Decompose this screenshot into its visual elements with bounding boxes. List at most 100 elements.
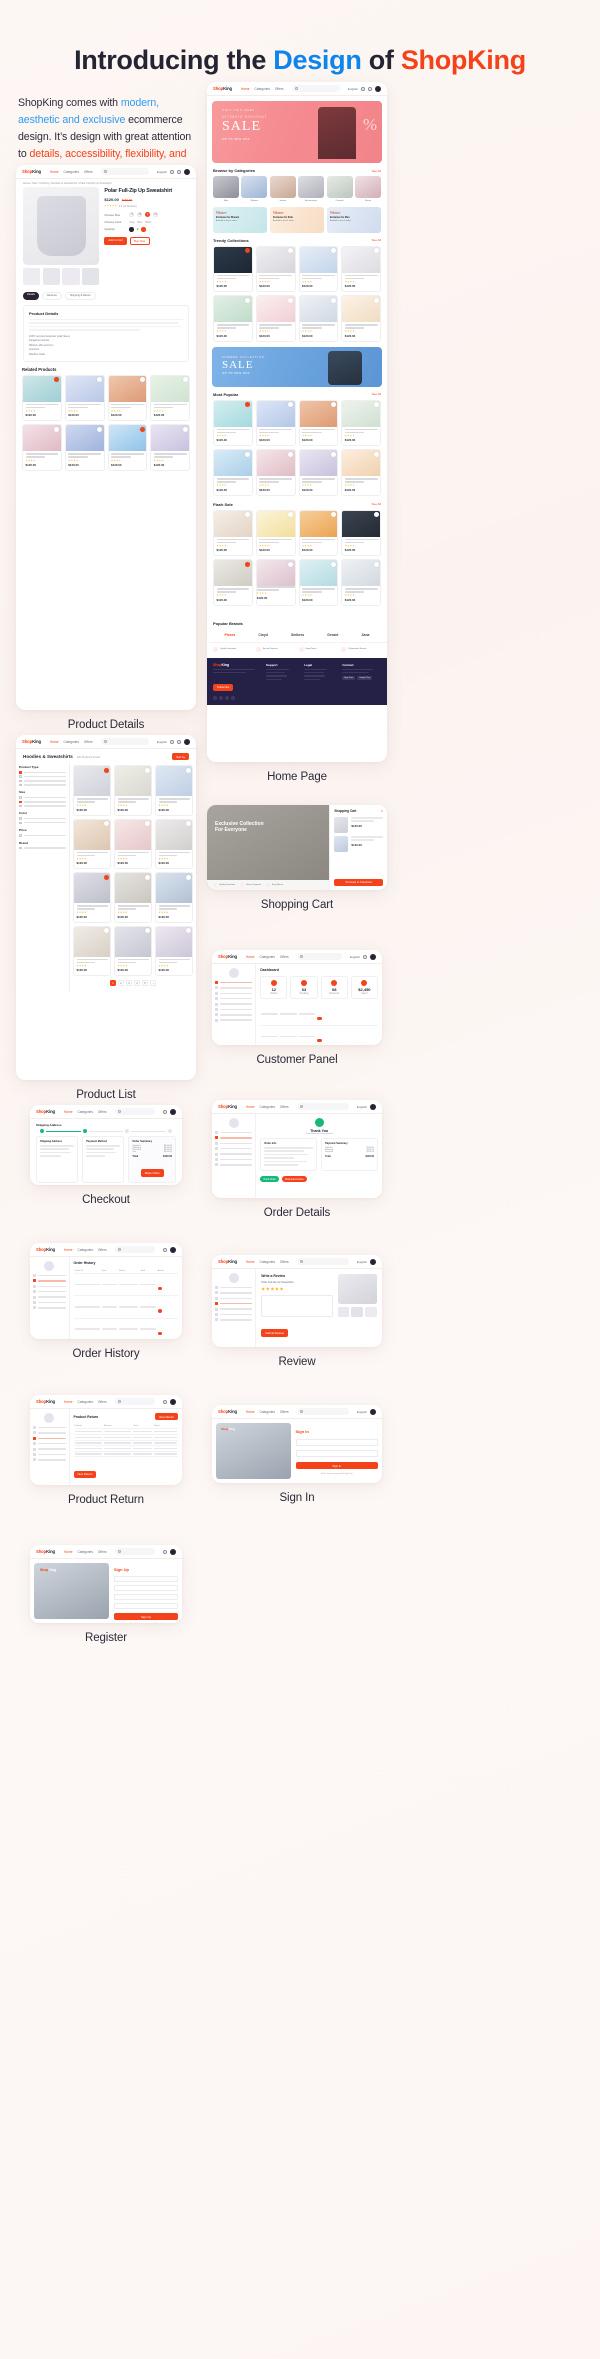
mock-topbar[interactable]: ShopKing Home Categories Offers: [30, 1395, 182, 1409]
language-selector[interactable]: English: [357, 1260, 367, 1264]
thumbnail[interactable]: [62, 268, 80, 285]
search-input[interactable]: [296, 953, 342, 960]
topbar-actions[interactable]: English: [157, 168, 190, 175]
sidebar-item-logout[interactable]: [215, 1163, 253, 1167]
brand-logo-item[interactable]: Zana: [361, 633, 369, 637]
mockup-shopping-cart[interactable]: Exclusive Collection For Everyone Qualit…: [207, 805, 387, 890]
action-button[interactable]: [157, 1309, 163, 1313]
nav-item-home[interactable]: Home: [50, 740, 59, 744]
brand-logo[interactable]: ShopKing: [213, 86, 232, 91]
avatar[interactable]: [170, 1398, 176, 1405]
product-card[interactable]: $120.00: [298, 245, 339, 292]
filter-option[interactable]: [19, 817, 66, 820]
product-card[interactable]: $120.00: [155, 872, 193, 923]
heart-icon[interactable]: [363, 954, 367, 959]
sidebar-item-address[interactable]: [215, 1157, 253, 1161]
language-selector[interactable]: English: [357, 1105, 367, 1109]
language-selector[interactable]: English: [357, 1410, 367, 1414]
screen-product-list[interactable]: ShopKing Home Categories Offers English Ho…: [16, 735, 196, 1101]
brand-logo[interactable]: ShopKing: [36, 1109, 55, 1114]
wishlist-icon[interactable]: [97, 426, 102, 432]
promo-card[interactable]: Winter Exclusive for Men Available in st…: [327, 206, 381, 233]
signin-button[interactable]: Sign In: [295, 1462, 378, 1470]
nav-item-categories[interactable]: Categories: [260, 1260, 275, 1264]
search-input[interactable]: [114, 1548, 155, 1555]
category-item[interactable]: Casuals: [326, 176, 353, 202]
language-selector[interactable]: English: [157, 170, 167, 174]
nav-item-home[interactable]: Home: [246, 1105, 255, 1109]
hero-banner[interactable]: ONLY THIS WEEK ULTIMATE DISCOUNT SALE UP…: [212, 101, 382, 163]
product-card[interactable]: $120.00: [107, 424, 148, 471]
category-item[interactable]: Women: [241, 176, 268, 202]
wishlist-icon[interactable]: [373, 297, 379, 303]
nav-item-offers[interactable]: Offers: [84, 170, 93, 174]
avatar[interactable]: [170, 1108, 176, 1115]
screen-shopping-cart[interactable]: Exclusive Collection For Everyone Qualit…: [207, 805, 387, 911]
search-input[interactable]: [114, 1398, 155, 1405]
nav-item-offers[interactable]: Offers: [84, 740, 93, 744]
submit-return-button[interactable]: New Return: [73, 1470, 97, 1478]
sidebar-item-wishlist[interactable]: [215, 1307, 253, 1311]
category-item[interactable]: Accessories: [298, 176, 325, 202]
product-card[interactable]: $120.00: [114, 872, 152, 923]
wishlist-icon[interactable]: [185, 767, 191, 773]
color-option-blue[interactable]: Blue: [138, 221, 143, 224]
screen-product-return[interactable]: ShopKing Home Categories Offers Product …: [30, 1395, 182, 1506]
search-input[interactable]: [296, 1408, 349, 1415]
see-all-link[interactable]: See All: [372, 238, 381, 242]
google-play-badge[interactable]: Google Play: [357, 676, 373, 681]
product-card[interactable]: $120.00: [341, 509, 381, 556]
sidebar-item-wishlist[interactable]: [215, 1002, 253, 1006]
mock-topbar[interactable]: ShopKing Home Categories Offers English: [16, 735, 196, 749]
sidebar-item-order-history[interactable]: [215, 1136, 253, 1140]
wishlist-icon[interactable]: [144, 874, 150, 880]
submit-review-button[interactable]: Submit Review: [261, 1329, 288, 1337]
account-sidebar[interactable]: [212, 1114, 257, 1198]
promo-banner-2[interactable]: SUMMER COLLECTION SALE UP TO 50% OFF: [212, 346, 382, 387]
screen-register[interactable]: ShopKing Home Categories Offers ShopKing S…: [30, 1545, 182, 1644]
page-next[interactable]: ›: [150, 980, 156, 987]
product-card[interactable]: $120.00: [114, 818, 152, 870]
screen-order-details[interactable]: ShopKing Home Categories Offers English: [212, 1100, 382, 1219]
app-store-badge[interactable]: App Store: [342, 676, 356, 681]
nav-item-categories[interactable]: Categories: [78, 1110, 93, 1114]
product-card[interactable]: $120.00: [255, 509, 296, 556]
product-card[interactable]: $120.00: [213, 399, 253, 446]
table-row[interactable]: [73, 1273, 178, 1297]
wishlist-icon[interactable]: [144, 928, 150, 934]
sidebar-item-address[interactable]: [215, 1312, 253, 1316]
filter-option[interactable]: [19, 771, 66, 774]
nav-item-categories[interactable]: Categories: [78, 1550, 93, 1554]
product-card[interactable]: $120.00: [64, 374, 105, 422]
nav-item-home[interactable]: Home: [50, 170, 59, 174]
nav-item-offers[interactable]: Offers: [280, 1410, 289, 1414]
place-order-button[interactable]: Place Order: [140, 1169, 164, 1177]
wishlist-icon[interactable]: [185, 928, 191, 934]
field-full-name[interactable]: [113, 1576, 178, 1582]
avatar[interactable]: [370, 1258, 376, 1265]
mock-topbar[interactable]: ShopKing Home Categories Offers: [30, 1105, 182, 1119]
add-to-cart-button[interactable]: Add to Cart: [104, 236, 127, 246]
brand-logo-item[interactable]: Gerard: [327, 633, 338, 637]
sidebar-item-order-history[interactable]: [215, 1291, 253, 1295]
product-card[interactable]: $120.00: [155, 765, 193, 816]
shipping-address-panel[interactable]: Shipping Address: [36, 1136, 79, 1183]
signup-link[interactable]: Don’t have an account? Sign Up: [296, 1473, 378, 1475]
page-3[interactable]: 3: [126, 980, 132, 987]
nav-item-offers[interactable]: Offers: [98, 1550, 107, 1554]
wishlist-icon[interactable]: [373, 451, 379, 457]
sort-by-button[interactable]: Sort by: [172, 753, 189, 761]
wishlist-icon[interactable]: [103, 928, 109, 934]
wishlist-icon[interactable]: [245, 561, 251, 567]
product-card[interactable]: $120.00: [73, 818, 111, 870]
sidebar-item-reviews[interactable]: [215, 1147, 253, 1151]
facebook-icon[interactable]: [213, 696, 217, 701]
sidebar-item-wishlist[interactable]: [215, 1152, 253, 1156]
product-card[interactable]: $120.00: [255, 295, 296, 342]
avatar[interactable]: [184, 168, 190, 175]
checkbox[interactable]: [19, 783, 22, 787]
screen-product-details[interactable]: ShopKing Home / New / Clothing / Hoodies…: [16, 165, 196, 731]
category-item[interactable]: Juniors: [269, 176, 296, 202]
mockup-home-page[interactable]: ShopKing Home Categories Offers English ON…: [207, 82, 387, 762]
rating-stars[interactable]: [261, 1287, 332, 1291]
